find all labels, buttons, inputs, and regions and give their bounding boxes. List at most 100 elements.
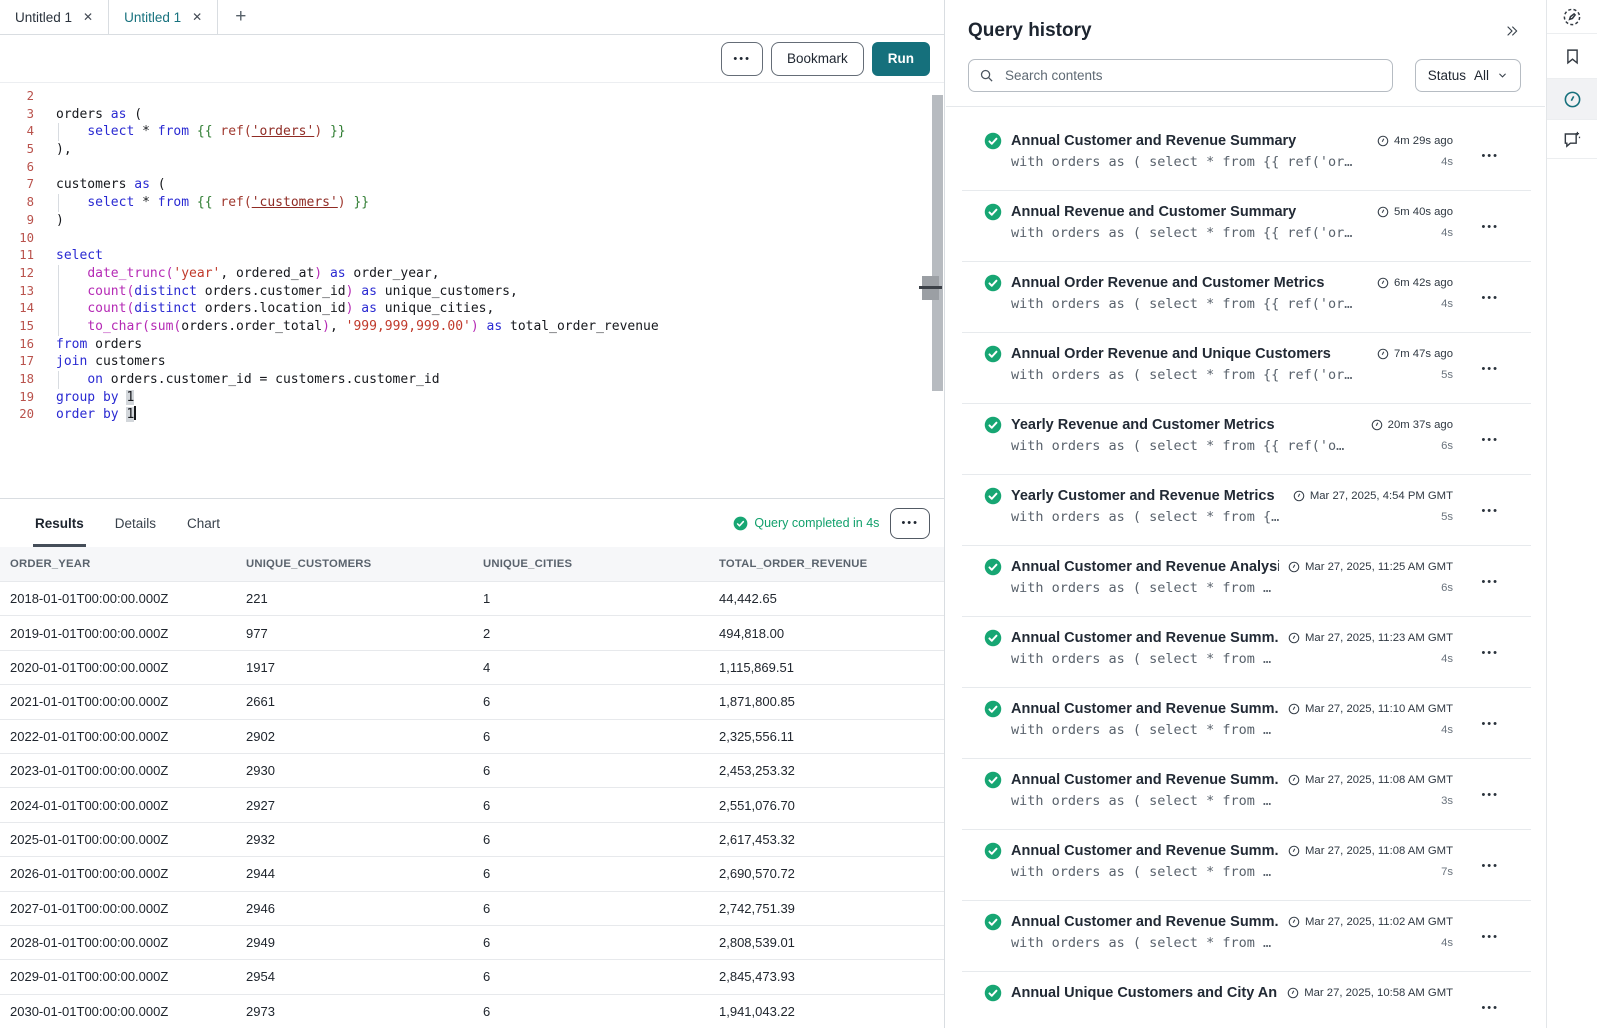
- code-line[interactable]: 17join customers: [0, 353, 944, 371]
- code-line[interactable]: 14 count(distinct orders.location_id) as…: [0, 300, 944, 318]
- table-cell: 2954: [236, 969, 473, 984]
- indent-guide: [58, 300, 59, 318]
- line-number: 12: [0, 265, 34, 283]
- clock-icon: [1287, 987, 1299, 999]
- code-line[interactable]: 3orders as (: [0, 106, 944, 124]
- query-history-item[interactable]: Yearly Revenue and Customer Metrics20m 3…: [962, 404, 1531, 475]
- filter-label: Status: [1428, 68, 1466, 83]
- table-cell: 6: [473, 969, 709, 984]
- status-filter-dropdown[interactable]: Status All: [1415, 59, 1521, 92]
- history-item-row: Annual Order Revenue and Unique Customer…: [984, 345, 1453, 363]
- item-more-button[interactable]: •••: [1481, 221, 1499, 233]
- item-more-button[interactable]: •••: [1481, 647, 1499, 659]
- close-icon[interactable]: ✕: [192, 10, 202, 24]
- query-history-item[interactable]: Annual Customer and Revenue Summ...Mar 2…: [962, 688, 1531, 759]
- line-number: 20: [0, 406, 34, 424]
- code-text: orders as (: [56, 106, 142, 124]
- code-line[interactable]: 18 on orders.customer_id = customers.cus…: [0, 371, 944, 389]
- code-line[interactable]: 12 date_trunc('year', ordered_at) as ord…: [0, 265, 944, 283]
- code-line[interactable]: 2: [0, 88, 944, 106]
- code-editor[interactable]: 23orders as (4 select * from {{ ref('ord…: [0, 82, 944, 498]
- query-status-text: Query completed in 4s: [754, 516, 879, 530]
- code-line[interactable]: 7customers as (: [0, 176, 944, 194]
- query-history-item[interactable]: Annual Customer and Revenue Summ...Mar 2…: [962, 617, 1531, 688]
- code-token: count(: [87, 301, 134, 316]
- sidebar-item-ai-chat[interactable]: [1547, 120, 1597, 159]
- item-more-button[interactable]: •••: [1481, 718, 1499, 730]
- query-history-item[interactable]: Annual Customer and Revenue AnalysisMar …: [962, 546, 1531, 617]
- tab-details[interactable]: Details: [115, 499, 156, 547]
- query-history-item[interactable]: Yearly Customer and Revenue MetricsMar 2…: [962, 475, 1531, 546]
- item-more-button[interactable]: •••: [1481, 363, 1499, 375]
- table-cell: 6: [473, 729, 709, 744]
- code-token: 'year': [173, 266, 220, 281]
- item-more-button[interactable]: •••: [1481, 789, 1499, 801]
- check-circle-icon: [984, 487, 1002, 505]
- code-line[interactable]: 4 select * from {{ ref('orders') }}: [0, 123, 944, 141]
- query-history-item[interactable]: Annual Customer and Revenue Summary4m 29…: [962, 120, 1531, 191]
- query-sql-preview: with orders as ( select * from {{ ref('o…: [1011, 367, 1429, 383]
- item-more-button[interactable]: •••: [1481, 576, 1499, 588]
- new-tab-button[interactable]: +: [218, 0, 263, 34]
- line-number: 7: [0, 176, 34, 194]
- tab-untitled-1[interactable]: Untitled 1 ✕: [0, 0, 109, 34]
- search-input[interactable]: [1003, 67, 1382, 84]
- query-time: 4m 29s ago: [1377, 135, 1453, 147]
- query-history-item[interactable]: Annual Customer and Revenue Summ...Mar 2…: [962, 759, 1531, 830]
- code-line[interactable]: 13 count(distinct orders.customer_id) as…: [0, 283, 944, 301]
- splitter-grip[interactable]: [922, 276, 939, 300]
- code-token: select: [56, 248, 103, 263]
- sidebar-item-explore[interactable]: [1547, 0, 1597, 34]
- tab-chart[interactable]: Chart: [187, 499, 220, 547]
- code-line[interactable]: 10: [0, 230, 944, 248]
- item-more-button[interactable]: •••: [1481, 1002, 1499, 1014]
- item-more-button[interactable]: •••: [1481, 150, 1499, 162]
- sidebar-item-query-history[interactable]: [1547, 79, 1597, 120]
- table-cell: 1,941,043.22: [709, 1004, 944, 1019]
- query-time: Mar 27, 2025, 10:58 AM GMT: [1287, 987, 1453, 999]
- query-history-item[interactable]: Annual Customer and Revenue Summ...Mar 2…: [962, 830, 1531, 901]
- line-number: 6: [0, 159, 34, 177]
- table-cell: 2,845,473.93: [709, 969, 944, 984]
- code-line[interactable]: 8 select * from {{ ref('customers') }}: [0, 194, 944, 212]
- query-time-text: Mar 27, 2025, 11:08 AM GMT: [1305, 774, 1453, 786]
- item-more-button[interactable]: •••: [1481, 292, 1499, 304]
- editor-scrollbar[interactable]: [932, 95, 943, 391]
- close-icon[interactable]: ✕: [83, 10, 93, 24]
- tab-untitled-2[interactable]: Untitled 1 ✕: [109, 0, 218, 34]
- code-line[interactable]: 16from orders: [0, 336, 944, 354]
- bookmark-button[interactable]: Bookmark: [771, 42, 864, 76]
- query-history-item[interactable]: Annual Customer and Revenue Summ...Mar 2…: [962, 901, 1531, 972]
- check-circle-icon: [984, 984, 1002, 1002]
- results-more-button[interactable]: •••: [890, 508, 930, 539]
- code-token: ): [56, 213, 64, 228]
- tab-results[interactable]: Results: [35, 499, 84, 547]
- sidebar-item-bookmarks[interactable]: [1547, 34, 1597, 79]
- more-options-button[interactable]: •••: [721, 42, 763, 76]
- query-sql-preview: with orders as ( select * from …: [1011, 722, 1429, 738]
- code-line[interactable]: 20order by 1: [0, 406, 944, 424]
- item-more-button[interactable]: •••: [1481, 931, 1499, 943]
- query-time: Mar 27, 2025, 11:02 AM GMT: [1288, 916, 1453, 928]
- run-button[interactable]: Run: [872, 42, 930, 76]
- code-line[interactable]: 5),: [0, 141, 944, 159]
- query-history-item[interactable]: Annual Revenue and Customer Summary5m 40…: [962, 191, 1531, 262]
- code-line[interactable]: 6: [0, 159, 944, 177]
- item-more-button[interactable]: •••: [1481, 860, 1499, 872]
- query-history-item[interactable]: Annual Order Revenue and Unique Customer…: [962, 333, 1531, 404]
- code-line[interactable]: 9): [0, 212, 944, 230]
- code-token: as: [361, 284, 377, 299]
- code-line[interactable]: 15 to_char(sum(orders.order_total), '999…: [0, 318, 944, 336]
- query-history-item[interactable]: Annual Order Revenue and Customer Metric…: [962, 262, 1531, 333]
- code-line[interactable]: 11select: [0, 247, 944, 265]
- indent-guide: [58, 194, 59, 212]
- check-circle-icon: [984, 132, 1002, 150]
- code-token: 'customers': [252, 195, 338, 210]
- query-history-item[interactable]: Annual Unique Customers and City An…Mar …: [962, 972, 1531, 1028]
- item-more-button[interactable]: •••: [1481, 434, 1499, 446]
- history-item-row: with orders as ( select * from …4s: [1011, 722, 1453, 738]
- check-circle-icon: [984, 274, 1002, 292]
- code-line[interactable]: 19group by 1: [0, 389, 944, 407]
- collapse-panel-icon[interactable]: [1503, 23, 1521, 39]
- item-more-button[interactable]: •••: [1481, 505, 1499, 517]
